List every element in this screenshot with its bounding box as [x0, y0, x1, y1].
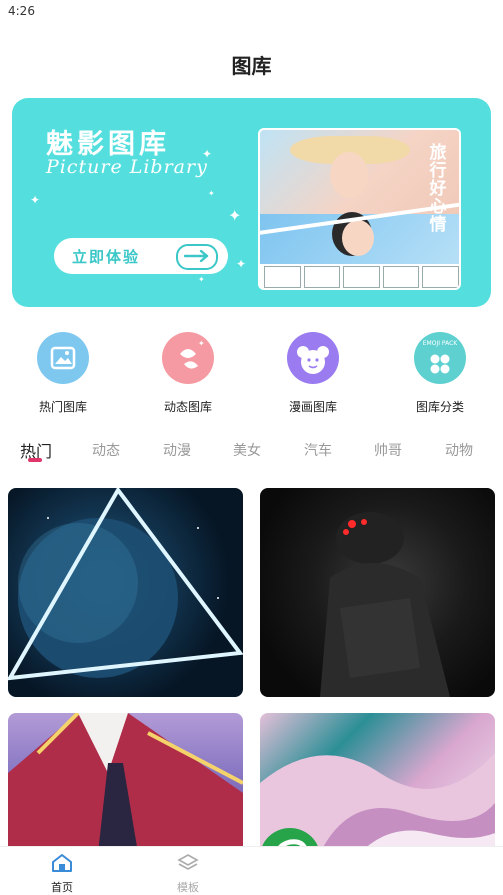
tab-beauty[interactable]: 美女: [233, 440, 261, 460]
bottom-nav: 首页 模板: [0, 846, 503, 895]
thumbnail: [264, 266, 301, 288]
thumbnail: [343, 266, 380, 288]
nav-home-label: 首页: [51, 881, 73, 894]
photo-caption: 旅行好心情: [429, 143, 447, 235]
category-animated[interactable]: ✦ 动态图库: [133, 332, 243, 415]
face-shape: [330, 152, 368, 198]
category-label: 热门图库: [38, 400, 87, 414]
face-shape: [342, 220, 374, 256]
tab-animal[interactable]: 动物: [445, 440, 473, 460]
category-label: 漫画图库: [288, 400, 337, 414]
sparkle-icon: ✦: [198, 275, 205, 284]
arrow-right-icon: [176, 244, 218, 270]
category-sort[interactable]: EMOJI PACK 图库分类: [385, 332, 495, 415]
status-time: 4:26: [8, 4, 35, 18]
sparkle-icon: ✦: [208, 189, 215, 198]
emoji-pack-icon: EMOJI PACK: [414, 332, 466, 384]
sparkle-icon: ✦: [236, 257, 247, 271]
category-label: 图库分类: [415, 400, 464, 414]
category-hot[interactable]: 热门图库: [8, 332, 118, 415]
category-comic[interactable]: 漫画图库: [258, 332, 368, 415]
anime-suit-art: [8, 713, 243, 853]
thumbnail: [382, 266, 420, 288]
planet-triangle-art: [8, 488, 243, 681]
category-row: 热门图库 ✦ 动态图库 漫画图库 EMOJI PACK 图库分类: [0, 332, 503, 422]
promo-banner[interactable]: ✦ ✦ ✦ ✦ ✦ ✦ 魅影图库 Picture Library 立即体验 旅行…: [12, 98, 491, 307]
home-icon: [52, 854, 72, 872]
tab-car[interactable]: 汽车: [304, 440, 332, 460]
svg-text:✦: ✦: [198, 339, 205, 348]
bear-face-icon: [287, 332, 339, 384]
active-tab-indicator: [28, 458, 42, 462]
picture-icon: [37, 332, 89, 384]
sparkle-icon: ✦: [228, 206, 242, 225]
category-label: 动态图库: [163, 400, 212, 414]
tab-handsome[interactable]: 帅哥: [374, 440, 402, 460]
nav-template-label: 模板: [177, 881, 199, 894]
thumbnail: [422, 266, 459, 288]
status-bar: 4:26: [0, 0, 503, 24]
wallpaper-card[interactable]: [8, 488, 243, 697]
tab-dynamic[interactable]: 动态: [92, 440, 120, 460]
thumbnail: [303, 266, 341, 288]
tab-anime[interactable]: 动漫: [163, 440, 191, 460]
banner-subtitle: Picture Library: [46, 156, 208, 178]
nav-template[interactable]: 模板: [158, 853, 218, 895]
page-title: 图库: [231, 54, 272, 78]
nav-home[interactable]: 首页: [32, 853, 92, 895]
wallpaper-card[interactable]: [260, 488, 495, 697]
layers-icon: [177, 854, 199, 870]
try-now-label: 立即体验: [72, 248, 141, 266]
tab-bar: 热门 动态 动漫 美女 汽车 帅哥 动物: [0, 436, 503, 470]
thumbnail-strip: [260, 264, 459, 288]
soldier-art: [320, 512, 450, 697]
sparkle-icon: ✦: [30, 193, 41, 207]
try-now-button[interactable]: 立即体验: [54, 238, 228, 274]
banner-photo: 旅行好心情: [258, 128, 461, 290]
swirl-icon: ✦: [162, 332, 214, 384]
wallpaper-card[interactable]: [8, 713, 243, 853]
emoji-pack-badge: EMOJI PACK: [422, 340, 458, 347]
